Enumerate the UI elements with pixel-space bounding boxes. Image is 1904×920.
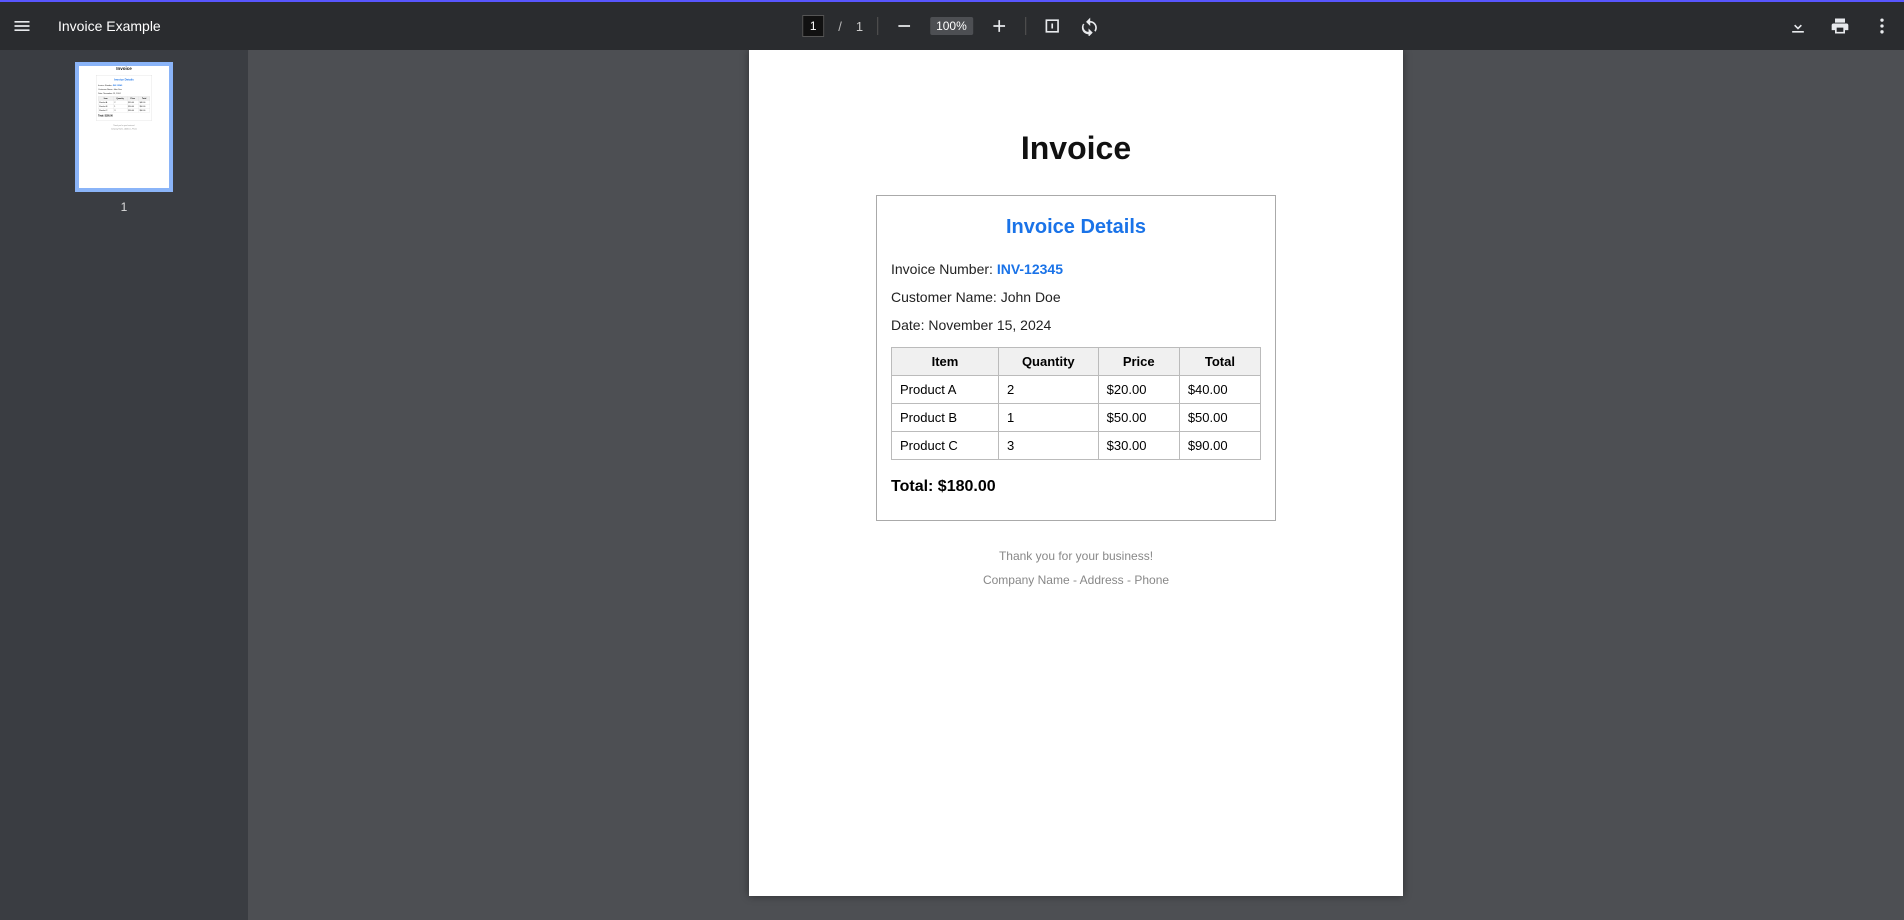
print-icon[interactable]	[1828, 14, 1852, 38]
toolbar-divider	[877, 17, 878, 35]
cell-item: Product C	[98, 108, 113, 112]
invoice-items-table: Item Quantity Price Total Product A2$20.…	[891, 347, 1261, 460]
cell-qty: 1	[998, 404, 1098, 432]
col-item: Item	[892, 348, 999, 376]
table-row: Product A2$20.00$40.00	[892, 376, 1261, 404]
toolbar-divider	[1025, 17, 1026, 35]
page-separator: /	[838, 19, 842, 34]
invoice-total: Total: $180.00	[98, 115, 150, 118]
invoice-number-value: INV-12345	[113, 84, 122, 86]
page-title: Invoice	[96, 66, 152, 71]
invoice-number-line: Invoice Number: INV-12345	[891, 261, 1261, 277]
cell-total: $90.00	[1179, 432, 1260, 460]
page: Invoice Invoice Details Invoice Number: …	[749, 50, 1403, 896]
date-value: November 15, 2024	[103, 92, 120, 94]
cell-total: $40.00	[1179, 376, 1260, 404]
cell-item: Product C	[892, 432, 999, 460]
table-row: Product B1$50.00$50.00	[892, 404, 1261, 432]
table-row: Product C3$30.00$90.00	[892, 432, 1261, 460]
invoice-items-table: Item Quantity Price Total Product A2$20.…	[98, 96, 150, 112]
details-heading: Invoice Details	[98, 78, 150, 81]
invoice-details-box: Invoice Details Invoice Number: INV-1234…	[96, 75, 152, 121]
customer-name-label: Customer Name:	[98, 88, 113, 90]
thumbnail-page-number: 1	[121, 200, 128, 214]
cell-total: $90.00	[138, 108, 149, 112]
invoice-number-label: Invoice Number:	[891, 261, 997, 277]
details-heading: Invoice Details	[891, 216, 1261, 239]
footer-company: Company Name - Address - Phone	[809, 573, 1343, 587]
document-footer: Thank you for your business! Company Nam…	[809, 549, 1343, 587]
zoom-in-icon[interactable]	[987, 14, 1011, 38]
col-total: Total	[1179, 348, 1260, 376]
date-line: Date: November 15, 2024	[891, 317, 1261, 333]
date-line: Date: November 15, 2024	[98, 92, 150, 94]
date-value: November 15, 2024	[928, 317, 1051, 333]
invoice-details-box: Invoice Details Invoice Number: INV-1234…	[876, 195, 1276, 521]
invoice-total: Total: $180.00	[891, 478, 1261, 496]
footer-thankyou: Thank you for your business!	[96, 125, 152, 127]
cell-qty: 3	[998, 432, 1098, 460]
thumbnail-sidebar: Invoice Invoice Details Invoice Number: …	[0, 50, 248, 920]
table-row: Product C3$30.00$90.00	[98, 108, 150, 112]
rotate-icon[interactable]	[1078, 14, 1102, 38]
menu-icon[interactable]	[10, 14, 34, 38]
date-label: Date:	[891, 317, 928, 333]
col-qty: Quantity	[998, 348, 1098, 376]
page-number-input[interactable]	[802, 15, 824, 37]
cell-qty: 2	[998, 376, 1098, 404]
more-icon[interactable]	[1870, 14, 1894, 38]
col-price: Price	[1098, 348, 1179, 376]
invoice-number-label: Invoice Number:	[98, 84, 113, 86]
zoom-level[interactable]: 100%	[930, 17, 973, 35]
fit-page-icon[interactable]	[1040, 14, 1064, 38]
document-title: Invoice Example	[58, 18, 161, 34]
page-thumbnail[interactable]: Invoice Invoice Details Invoice Number: …	[75, 62, 173, 192]
customer-name-label: Customer Name:	[891, 289, 1001, 305]
cell-item: Product A	[892, 376, 999, 404]
customer-name-value: John Doe	[1001, 289, 1061, 305]
document-viewer[interactable]: Invoice Invoice Details Invoice Number: …	[248, 50, 1904, 920]
customer-name-line: Customer Name: John Doe	[98, 88, 150, 90]
invoice-number-value: INV-12345	[997, 261, 1063, 277]
invoice-number-line: Invoice Number: INV-12345	[98, 84, 150, 86]
page-total: 1	[856, 19, 863, 34]
cell-price: $30.00	[127, 108, 138, 112]
download-icon[interactable]	[1786, 14, 1810, 38]
table-header-row: Item Quantity Price Total	[892, 348, 1261, 376]
cell-price: $50.00	[1098, 404, 1179, 432]
customer-name-value: John Doe	[113, 88, 121, 90]
customer-name-line: Customer Name: John Doe	[891, 289, 1261, 305]
cell-qty: 3	[113, 108, 127, 112]
cell-price: $30.00	[1098, 432, 1179, 460]
cell-total: $50.00	[1179, 404, 1260, 432]
zoom-out-icon[interactable]	[892, 14, 916, 38]
footer-thankyou: Thank you for your business!	[809, 549, 1343, 563]
document-footer: Thank you for your business! Company Nam…	[96, 125, 152, 130]
footer-company: Company Name - Address - Phone	[96, 128, 152, 130]
cell-price: $20.00	[1098, 376, 1179, 404]
pdf-toolbar: Invoice Example / 1 100%	[0, 2, 1904, 50]
page-title: Invoice	[809, 130, 1343, 167]
cell-item: Product B	[892, 404, 999, 432]
